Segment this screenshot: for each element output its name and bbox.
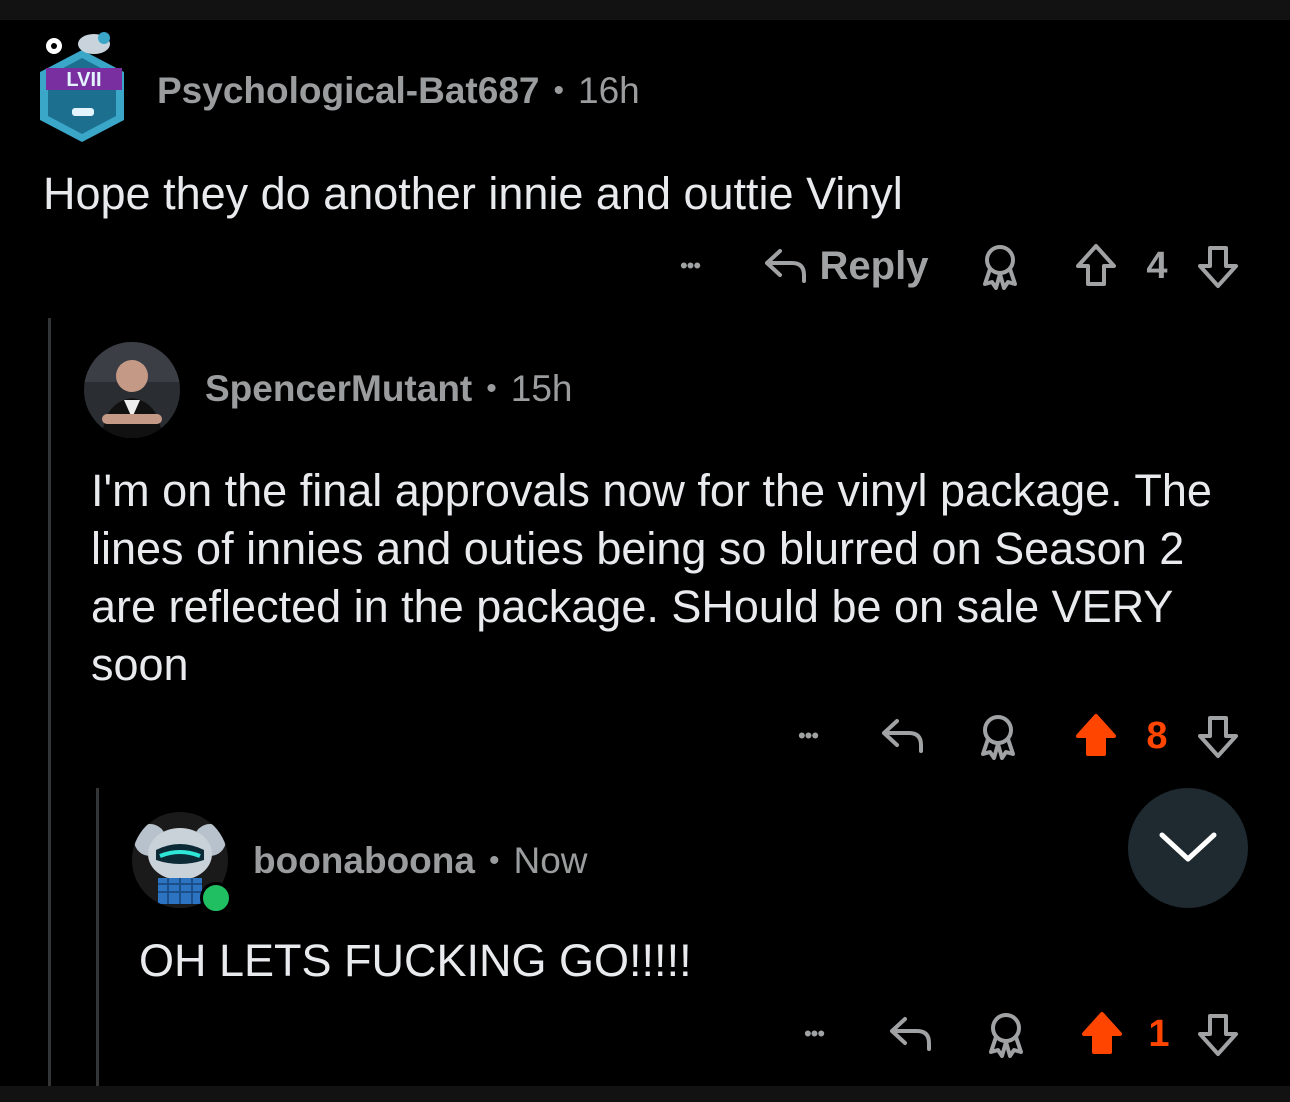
more-options-button[interactable]: ••• <box>778 706 838 766</box>
more-options-button[interactable]: ••• <box>784 1004 844 1064</box>
separator-dot: • <box>486 372 497 405</box>
reply-label: Reply <box>819 243 929 288</box>
reply-arrow-icon <box>882 719 923 753</box>
downvote-button[interactable] <box>1190 1004 1246 1064</box>
reply-arrow-icon <box>764 249 806 283</box>
upvote-icon <box>1082 1012 1122 1054</box>
comment-actions: ••• Reply 4 <box>0 236 1290 296</box>
username[interactable]: SpencerMutant <box>205 368 472 410</box>
upvote-icon <box>1076 244 1116 286</box>
reply-button[interactable]: Reply <box>760 236 930 296</box>
timestamp: Now <box>513 840 588 881</box>
top-bar <box>0 0 1290 20</box>
upvote-button[interactable] <box>1068 706 1124 766</box>
comment-actions: ••• 8 <box>0 706 1290 766</box>
upvote-icon <box>1076 714 1116 756</box>
award-button[interactable] <box>968 706 1028 766</box>
more-icon: ••• <box>803 1021 825 1046</box>
svg-text:LVII: LVII <box>66 69 101 91</box>
comment-body: OH LETS FUCKING GO!!!!! <box>139 935 692 986</box>
award-icon <box>983 245 1017 290</box>
username[interactable]: Psychological-Bat687 <box>157 70 539 112</box>
upvote-button[interactable] <box>1068 236 1124 296</box>
comment-body: Hope they do another innie and outtie Vi… <box>43 168 903 219</box>
award-icon <box>989 1013 1023 1058</box>
thread-line[interactable] <box>48 318 51 1086</box>
vote-score: 4 <box>1146 244 1168 287</box>
reply-button[interactable] <box>872 706 934 766</box>
comment-actions: ••• 1 <box>0 1004 1290 1064</box>
separator-dot: • <box>553 74 564 107</box>
bottom-bar <box>0 1086 1290 1102</box>
comment-header: SpencerMutant • 15h <box>205 368 573 410</box>
separator-dot: • <box>488 844 500 877</box>
reply-arrow-icon <box>890 1017 931 1051</box>
comment-header: boonaboona • Now <box>253 840 588 882</box>
timestamp: 15h <box>510 368 573 409</box>
award-button[interactable] <box>970 236 1030 296</box>
downvote-icon <box>1198 1014 1238 1056</box>
username[interactable]: boonaboona <box>253 840 475 882</box>
more-icon: ••• <box>797 723 819 748</box>
downvote-icon <box>1198 716 1238 758</box>
more-options-button[interactable]: ••• <box>660 236 720 296</box>
comment-header: Psychological-Bat687 • 16h <box>157 70 640 112</box>
scroll-down-button[interactable] <box>1128 788 1248 908</box>
online-status-indicator <box>200 882 232 914</box>
downvote-icon <box>1198 246 1238 288</box>
timestamp: 16h <box>578 70 640 111</box>
award-icon <box>981 715 1015 760</box>
reply-button[interactable] <box>880 1004 942 1064</box>
avatar[interactable]: LVII <box>32 28 132 144</box>
award-button[interactable] <box>976 1004 1036 1064</box>
vote-score: 8 <box>1146 714 1168 757</box>
downvote-button[interactable] <box>1190 706 1246 766</box>
vote-score: 1 <box>1148 1012 1170 1055</box>
chevron-down-icon <box>1159 832 1217 862</box>
more-icon: ••• <box>679 253 701 278</box>
avatar[interactable] <box>84 342 180 438</box>
upvote-button[interactable] <box>1074 1004 1130 1064</box>
downvote-button[interactable] <box>1190 236 1246 296</box>
comment-body: I'm on the final approvals now for the v… <box>91 465 1212 690</box>
